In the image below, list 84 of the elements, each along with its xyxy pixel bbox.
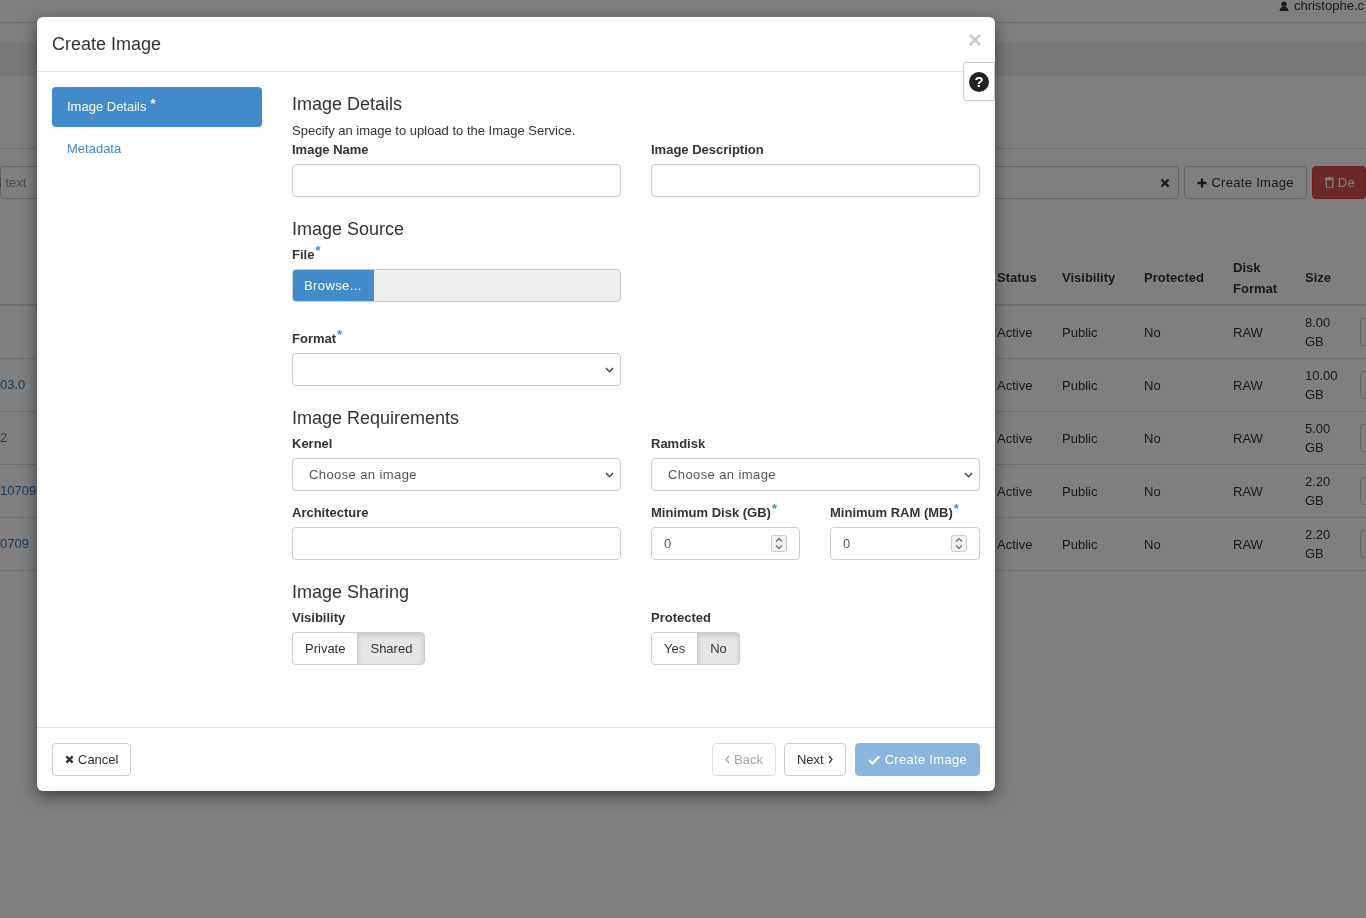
plus-icon — [1197, 177, 1208, 188]
field-label: Kernel — [292, 436, 334, 452]
clear-icon[interactable] — [1160, 177, 1171, 188]
chevron-down-icon — [605, 471, 614, 478]
help-button[interactable]: ? — [963, 62, 995, 101]
toggle-option[interactable]: No — [697, 632, 740, 665]
table-cell-text: RAW — [1233, 323, 1264, 342]
help-icon: ? — [969, 71, 989, 92]
text-input[interactable] — [651, 164, 980, 197]
number-input[interactable]: 0 — [651, 527, 800, 560]
table-cell-text: No — [1144, 429, 1162, 448]
image-name-link[interactable]: 2 — [0, 430, 8, 446]
column-header[interactable]: Size — [1305, 267, 1360, 288]
table-cell-text: Active — [997, 482, 1034, 501]
select-dropdown[interactable] — [292, 353, 621, 386]
wizard-step[interactable]: Metadata — [52, 129, 262, 169]
user-name[interactable]: christophe.c — [1293, 0, 1364, 12]
file-input[interactable]: Browse... — [292, 269, 621, 302]
table-cell-text: RAW — [1233, 482, 1264, 501]
create-image-button[interactable]: Create Image — [1184, 166, 1307, 199]
field-label: Ramdisk — [651, 436, 707, 452]
section-heading: Image Sharing — [292, 582, 411, 602]
browse-button[interactable]: Browse... — [293, 270, 374, 301]
table-cell-text: No — [1144, 482, 1162, 501]
toggle-option[interactable]: Shared — [357, 632, 426, 665]
table-cell-text: 8.00 GB — [1305, 314, 1332, 351]
section-heading: Image Details — [292, 94, 404, 114]
close-icon — [65, 755, 74, 764]
wizard-step[interactable]: Image Details * — [52, 87, 262, 127]
text-input[interactable] — [292, 164, 621, 197]
table-cell-text: Public — [1062, 323, 1099, 342]
field-label: Image Name — [292, 142, 370, 158]
table-cell-text: Public — [1062, 376, 1099, 395]
table-cell-text: Active — [997, 323, 1034, 342]
table-cell-text: 5.00 GB — [1305, 420, 1332, 457]
table-cell-text: 2.20 GB — [1305, 526, 1332, 563]
column-header[interactable]: Visibility — [1062, 267, 1144, 288]
required-mark: * — [150, 95, 156, 114]
table-cell-text: Public — [1062, 429, 1099, 448]
table-cell-text: No — [1144, 535, 1162, 554]
chevron-left-icon — [725, 755, 730, 764]
select-dropdown[interactable]: Choose an image — [292, 458, 621, 491]
table-cell-text: No — [1144, 376, 1162, 395]
image-name-link[interactable]: 03.0 — [0, 377, 26, 393]
number-input[interactable]: 0 — [830, 527, 980, 560]
column-header[interactable]: Status — [997, 267, 1062, 288]
chevron-down-icon — [964, 471, 973, 478]
next-button[interactable]: Next — [783, 743, 846, 776]
column-header[interactable]: Disk Format — [1233, 256, 1305, 299]
user-icon — [1278, 1, 1289, 11]
table-cell-text: 10.00 GB — [1305, 367, 1339, 404]
table-cell-text: Active — [997, 429, 1034, 448]
table-cell-text: RAW — [1233, 535, 1264, 554]
section-heading: Image Source — [292, 219, 406, 239]
toggle-option[interactable]: Yes — [651, 632, 699, 665]
trash-icon — [1324, 177, 1334, 188]
field-label: Protected — [651, 610, 712, 626]
table-cell-text: Active — [997, 376, 1034, 395]
chevron-down-icon — [605, 366, 614, 373]
column-header[interactable]: Protected — [1144, 267, 1233, 288]
table-cell-text: Active — [997, 535, 1034, 554]
checkmark-icon — [867, 754, 880, 765]
image-name-link[interactable]: 0709 — [0, 536, 29, 552]
section-description: Specify an image to upload to the Image Service. — [292, 123, 577, 139]
field-label: Image Description — [651, 142, 765, 158]
cancel-button[interactable]: Cancel — [52, 743, 132, 776]
toggle-option[interactable]: Private — [292, 632, 359, 665]
table-cell-text: RAW — [1233, 376, 1264, 395]
table-cell-text: Public — [1062, 482, 1099, 501]
select-dropdown[interactable]: Choose an image — [651, 458, 980, 491]
chevron-right-icon — [827, 755, 833, 764]
image-name-link[interactable]: 10709 — [0, 483, 37, 499]
text-input[interactable] — [292, 527, 621, 560]
section-heading: Image Requirements — [292, 408, 461, 428]
table-cell-text: 2.20 GB — [1305, 473, 1332, 510]
dialog-title: Create Image — [52, 32, 162, 56]
table-cell-text: RAW — [1233, 429, 1264, 448]
field-label: Visibility — [292, 610, 347, 626]
spinner-arrows-icon[interactable] — [951, 535, 967, 552]
field-label: Architecture — [292, 505, 370, 521]
spinner-arrows-icon[interactable] — [771, 535, 787, 552]
table-cell-text: Public — [1062, 535, 1099, 554]
table-cell-text: No — [1144, 323, 1162, 342]
delete-button[interactable]: De — [1311, 166, 1366, 199]
